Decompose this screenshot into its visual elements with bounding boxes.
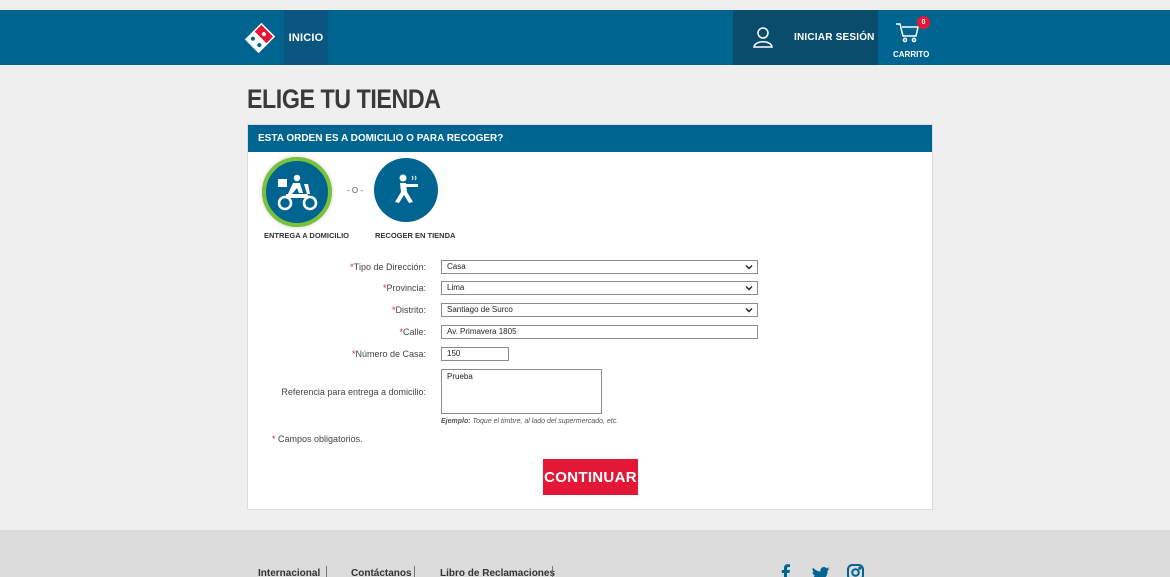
province-row: *Provincia: bbox=[248, 281, 426, 296]
instagram-icon[interactable] bbox=[847, 564, 864, 577]
hint-text: Toque el timbre, al lado del supermercad… bbox=[470, 418, 619, 425]
house-number-value: 150 bbox=[447, 349, 461, 358]
required-note-text: Campos obligatorios. bbox=[278, 434, 363, 444]
delivery-option-circle[interactable] bbox=[262, 157, 332, 227]
cart-count-badge: 0 bbox=[917, 16, 930, 29]
pickup-option-label[interactable]: RECOGER EN TIENDA bbox=[375, 231, 455, 240]
cart-label[interactable]: CARRITO bbox=[893, 50, 929, 59]
house-number-label: Número de Casa: bbox=[355, 349, 426, 359]
chevron-down-icon bbox=[745, 265, 753, 270]
continue-button[interactable]: CONTINUAR bbox=[543, 459, 638, 495]
district-value: Santiago de Surco bbox=[447, 305, 513, 314]
street-input[interactable]: Av. Primavera 1805 bbox=[441, 325, 758, 339]
hint-bold: Ejemplo: bbox=[441, 418, 471, 425]
chevron-down-icon bbox=[745, 286, 753, 291]
pickup-option[interactable] bbox=[374, 158, 438, 222]
province-label: Provincia: bbox=[386, 283, 426, 293]
address-type-row: *Tipo de Dirección: bbox=[248, 260, 426, 275]
pickup-option-circle[interactable] bbox=[374, 158, 438, 222]
district-select[interactable]: Santiago de Surco bbox=[441, 303, 758, 317]
house-number-input[interactable]: 150 bbox=[441, 347, 509, 361]
street-value: Av. Primavera 1805 bbox=[447, 327, 517, 336]
street-label: Calle: bbox=[402, 327, 426, 337]
street-row: *Calle: bbox=[248, 325, 426, 340]
street-label-wrap: *Calle: bbox=[399, 325, 426, 339]
district-label-wrap: *Distrito: bbox=[392, 303, 426, 317]
footer-divider bbox=[414, 566, 415, 577]
store-selection-panel: ESTA ORDEN ES A DOMICILIO O PARA RECOGER… bbox=[247, 124, 933, 510]
house-number-label-wrap: *Número de Casa: bbox=[352, 347, 426, 361]
footer-divider bbox=[552, 566, 553, 577]
province-value: Lima bbox=[447, 283, 465, 292]
page-title: ELIGE TU TIENDA bbox=[247, 84, 441, 114]
house-number-row: *Número de Casa: bbox=[248, 347, 426, 362]
login-label[interactable]: INICIAR SESIÓN bbox=[794, 10, 875, 65]
delivery-option[interactable] bbox=[262, 157, 332, 227]
reference-textarea[interactable]: Prueba bbox=[441, 369, 602, 414]
facebook-icon[interactable] bbox=[780, 564, 792, 577]
reference-hint: Ejemplo: Toque el timbre, al lado del su… bbox=[441, 418, 618, 425]
footer-link-international[interactable]: Internacional bbox=[258, 568, 320, 577]
twitter-icon[interactable] bbox=[812, 567, 830, 577]
reference-row: Referencia para entrega a domicilio: bbox=[248, 385, 426, 400]
address-type-value: Casa bbox=[447, 262, 466, 271]
panel-heading: ESTA ORDEN ES A DOMICILIO O PARA RECOGER… bbox=[248, 125, 932, 152]
address-type-label-wrap: *Tipo de Dirección: bbox=[350, 260, 426, 274]
chevron-down-icon bbox=[745, 308, 753, 313]
province-label-wrap: *Provincia: bbox=[383, 281, 426, 295]
delivery-option-label[interactable]: ENTREGA A DOMICILIO bbox=[264, 231, 349, 240]
dominos-logo-icon[interactable] bbox=[244, 22, 276, 54]
scooter-icon bbox=[277, 174, 318, 211]
footer-link-contact[interactable]: Contáctanos bbox=[351, 568, 412, 577]
reference-value: Prueba bbox=[447, 372, 473, 381]
province-select[interactable]: Lima bbox=[441, 281, 758, 295]
footer-divider bbox=[326, 566, 327, 577]
top-nav: INICIO INICIAR SESIÓN 0 CARRITO bbox=[0, 10, 1170, 65]
or-separator: - O - bbox=[347, 186, 363, 195]
user-icon[interactable] bbox=[751, 25, 775, 49]
reference-label: Referencia para entrega a domicilio: bbox=[281, 387, 426, 397]
walking-person-icon bbox=[395, 174, 418, 203]
district-row: *Distrito: bbox=[248, 303, 426, 318]
footer: Internacional Contáctanos Libro de Recla… bbox=[0, 530, 1170, 577]
address-type-select[interactable]: Casa bbox=[441, 260, 758, 274]
footer-link-complaints[interactable]: Libro de Reclamaciones bbox=[440, 568, 555, 577]
required-mark: * bbox=[272, 434, 276, 444]
district-label: Distrito: bbox=[395, 305, 426, 315]
required-note: * Campos obligatorios. bbox=[272, 434, 363, 444]
address-type-label: Tipo de Dirección: bbox=[353, 262, 426, 272]
nav-home-link[interactable]: INICIO bbox=[284, 10, 328, 65]
